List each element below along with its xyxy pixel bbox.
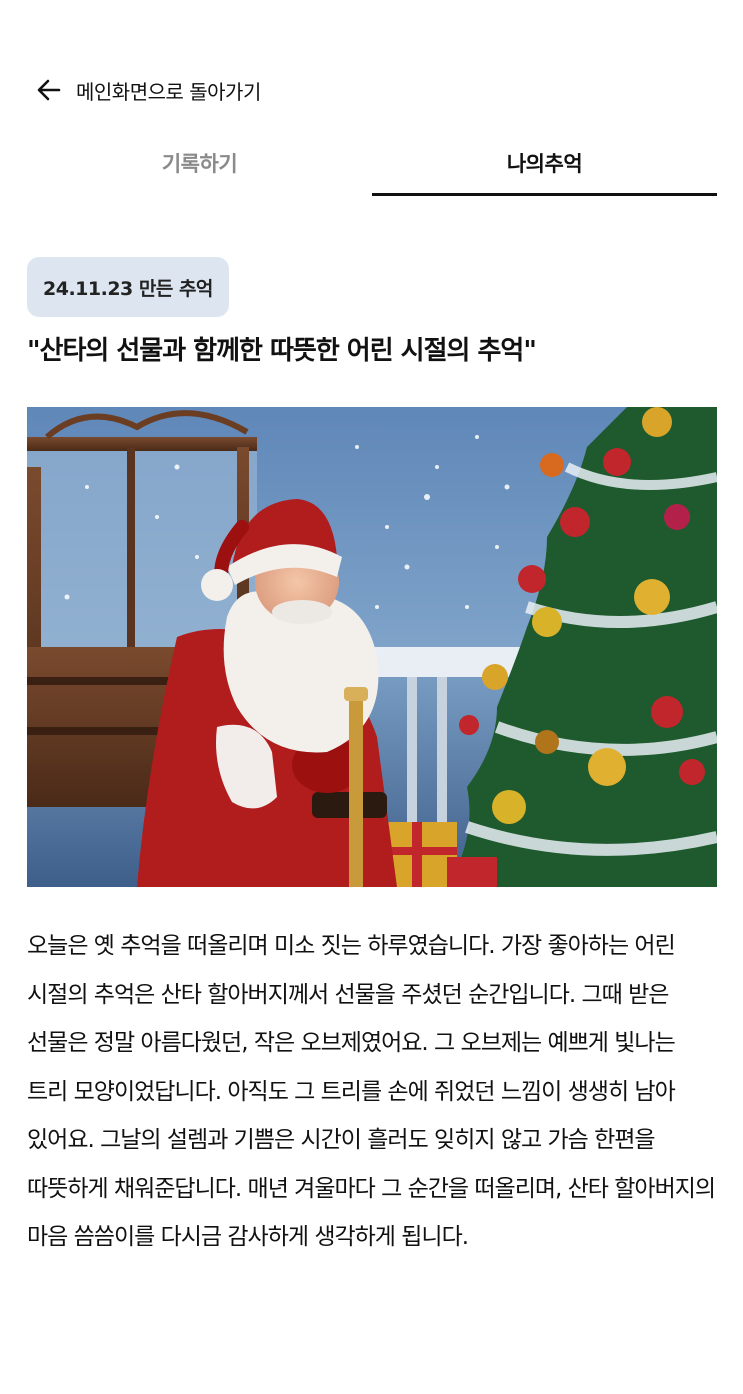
memory-illustration-santa-christmas-tree (27, 407, 717, 887)
memory-body-paragraph: 오늘은 옛 추억을 떠올리며 미소 짓는 하루였습니다. 가장 좋아하는 어린 … (27, 933, 716, 1250)
tab-record[interactable]: 기록하기 (27, 132, 372, 194)
back-to-main-button[interactable]: 메인화면으로 돌아가기 (36, 72, 261, 108)
memory-date-badge: 24.11.23 만든 추억 (27, 257, 229, 317)
arrow-left-icon (36, 77, 62, 103)
memory-title: "산타의 선물과 함께한 따뜻한 어린 시절의 추억" (27, 336, 537, 366)
tab-bar: 기록하기 나의추억 (27, 132, 717, 196)
tab-my-memories[interactable]: 나의추억 (372, 132, 717, 196)
back-to-main-label: 메인화면으로 돌아가기 (76, 79, 261, 104)
memory-body-text: 오늘은 옛 추억을 떠올리며 미소 짓는 하루였습니다. 가장 좋아하는 어린 … (27, 922, 717, 1262)
